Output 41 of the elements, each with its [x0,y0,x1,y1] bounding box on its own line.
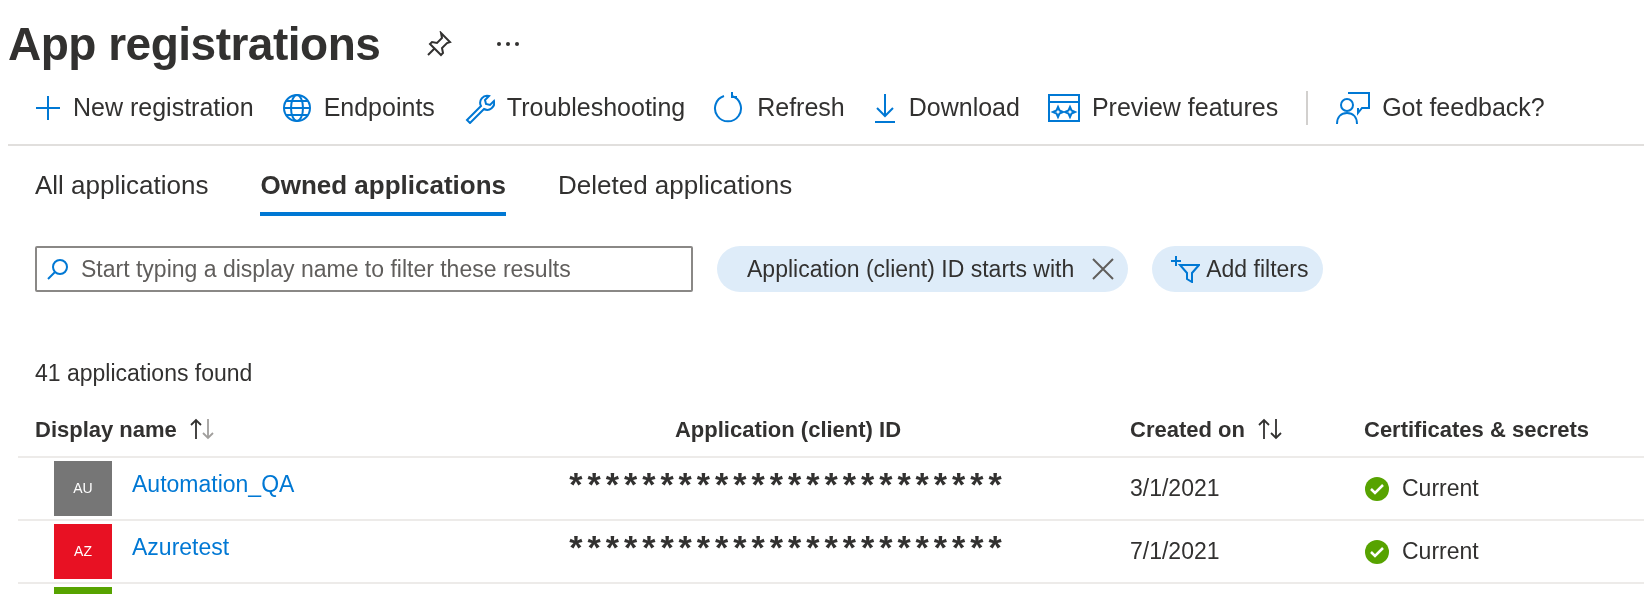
avatar: AZ [54,524,112,579]
add-filter-icon [1170,255,1201,283]
app-name-link[interactable]: Azuretest [132,530,230,565]
globe-icon [281,93,312,123]
preview-icon [1047,93,1080,123]
client-id: ************************ [569,464,1007,505]
client-id: ************************ [569,527,1007,568]
toolbar-button[interactable]: Preview features [1047,89,1279,127]
toolbar-button[interactable]: New registration [35,89,254,127]
result-count: 41 applications found [35,359,254,388]
column-header: Created on [1130,415,1245,444]
plus-icon [35,95,61,121]
tab[interactable]: Deleted applications [558,158,793,216]
toolbar-button[interactable]: Refresh [713,89,845,127]
app-name-link[interactable]: Automation_QA [132,467,295,502]
add-filter-button[interactable]: Add filters [1152,246,1323,292]
filter-chip[interactable]: Application (client) ID starts with [717,246,1129,292]
more-icon [496,41,521,47]
check-icon [1364,475,1390,502]
column-header: Application (client) ID [674,415,902,444]
avatar: AU [54,461,112,516]
search-field[interactable]: Start typing a display name to filter these results [35,246,693,292]
certificate-status: Current [1402,474,1479,504]
tab[interactable]: Owned applications [260,158,507,216]
check-icon [1364,538,1390,565]
column-header: Certificates & secrets [1364,415,1589,444]
toolbar-button[interactable]: Endpoints [281,89,435,127]
tab[interactable]: All applications [35,158,209,216]
toolbar-button[interactable]: Troubleshooting [462,89,686,127]
created-date: 3/1/2021 [1130,474,1220,504]
search-icon [47,258,69,280]
pin-icon [426,31,453,57]
column-header: Display name [35,415,177,444]
toolbar-button[interactable]: Got feedback? [1336,89,1545,127]
page-title: App registrations [8,17,381,72]
certificate-status: Current [1402,537,1479,567]
close-icon [1092,258,1115,280]
download-icon [872,92,897,124]
created-date: 7/1/2021 [1130,537,1220,567]
toolbar-button[interactable]: Download [872,89,1020,127]
feedback-icon [1336,91,1371,125]
